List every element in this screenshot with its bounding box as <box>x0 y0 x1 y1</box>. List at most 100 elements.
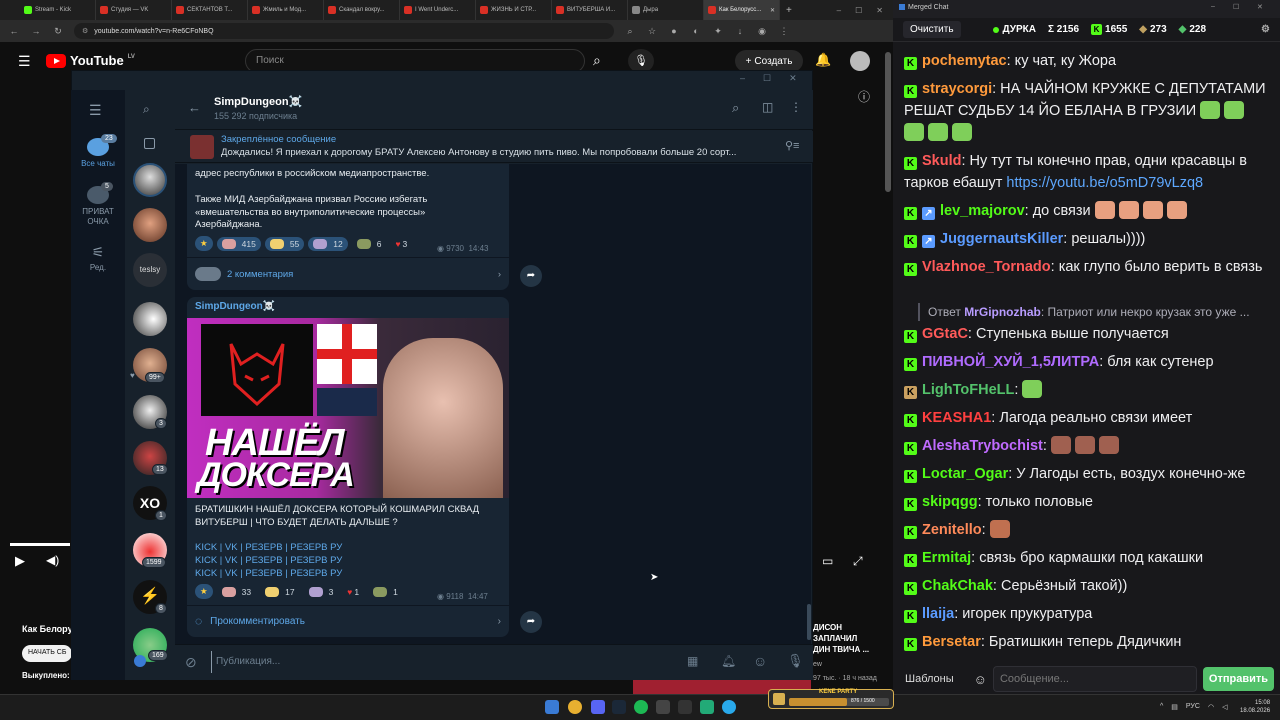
comments-button[interactable]: 2 комментария › <box>195 265 501 283</box>
info-icon[interactable]: ⓘ <box>858 88 870 105</box>
menu-icon[interactable]: ⋮ <box>778 26 790 37</box>
back-icon[interactable]: ← <box>8 26 20 36</box>
browser-tab-active[interactable]: Как Белорусс... ✕ <box>704 0 780 20</box>
chat-avatar[interactable] <box>133 163 167 197</box>
chat-link[interactable]: https://youtu.be/o5mD79vLzq8 <box>1006 175 1203 191</box>
close-window-icon[interactable]: ✕ <box>876 6 883 15</box>
windows-start-icon[interactable] <box>545 700 559 714</box>
volume-icon[interactable]: ◀) <box>46 553 59 567</box>
download-icon[interactable]: ↓ <box>734 26 746 36</box>
browser-tab[interactable]: Дыра <box>628 0 704 20</box>
reaction[interactable]: ♥ 1 <box>342 585 364 599</box>
chat-username[interactable]: AleshaTrybochist <box>922 438 1043 454</box>
fullscreen-icon[interactable]: ⤢ <box>853 554 863 569</box>
emoji-icon[interactable]: ☺ <box>974 672 987 687</box>
url-field[interactable]: ⚙ youtube.com/watch?v=n-Re6CFoNBQ <box>74 23 614 39</box>
browser-tab[interactable]: ЖИЗНЬ И СТР... <box>476 0 552 20</box>
forward-icon[interactable]: ➦ <box>520 611 542 633</box>
chat-username[interactable]: MrGipnozhab <box>964 305 1041 319</box>
close-icon[interactable]: ✕ <box>789 73 797 84</box>
reaction[interactable]: 6 <box>352 237 387 251</box>
clear-button[interactable]: Очистить <box>903 21 961 38</box>
menu-icon[interactable]: ☰ <box>89 102 102 119</box>
wifi-icon[interactable]: ◠ <box>1208 703 1214 711</box>
side-video-title[interactable]: ДИСОН ЗАПЛАЧИЛ ДИН ТВИЧА ... <box>813 622 869 655</box>
browser-tab[interactable]: ВИТУБЕРША И... <box>552 0 628 20</box>
youtube-logo[interactable]: YouTube LV <box>46 53 135 68</box>
pinned-message-bar[interactable]: Закреплённое сообщение Дождались! Я прие… <box>175 131 813 163</box>
video-progress-bar[interactable] <box>10 543 70 546</box>
emoji-icon[interactable]: ☺ <box>753 653 767 669</box>
app-icon[interactable] <box>700 700 714 714</box>
reaction-star[interactable]: ★ <box>195 236 213 251</box>
folder-all-chats[interactable]: Все чаты 23 <box>71 134 125 168</box>
chat-username[interactable]: pochemytac <box>922 53 1007 69</box>
scrollbar[interactable] <box>885 52 891 192</box>
clock[interactable]: 15:08 18.08.2026 <box>1240 699 1270 715</box>
link-row[interactable]: KICK | VK | РЕЗЕРВ | РЕЗЕРВ РУ <box>195 541 342 554</box>
profile-icon[interactable]: ◉ <box>756 26 768 37</box>
zoom-icon[interactable]: ⌕ <box>624 26 636 37</box>
chat-avatar[interactable] <box>133 208 167 242</box>
chat-username[interactable]: Bersetar <box>922 634 981 650</box>
send-button[interactable]: Отправить <box>1202 667 1274 691</box>
browser-tab[interactable]: Скандал вокру... <box>324 0 400 20</box>
miniplayer-icon[interactable]: ▭ <box>822 554 833 568</box>
chat-username[interactable]: Vlazhnoe_Tornado <box>922 259 1051 275</box>
minimize-icon[interactable]: – <box>837 6 841 15</box>
scrollbar[interactable] <box>807 604 811 640</box>
sidebar-toggle-icon[interactable]: ◫ <box>762 100 773 114</box>
chat-username[interactable]: JuggernautsKiller <box>940 231 1063 247</box>
pin-list-icon[interactable]: ⚲≡ <box>785 139 799 152</box>
browser-tab[interactable]: СЕКТАНТОВ Т... <box>172 0 248 20</box>
chat-username[interactable]: Loctar_Ogar <box>922 466 1008 482</box>
reaction[interactable]: 33 <box>217 585 256 599</box>
avatar[interactable] <box>850 51 870 71</box>
chat-avatar[interactable] <box>133 302 167 336</box>
chat-username[interactable]: Skuld <box>922 153 961 169</box>
chrome-icon[interactable] <box>568 700 582 714</box>
reload-icon[interactable]: ↻ <box>52 26 64 37</box>
discord-icon[interactable] <box>591 700 605 714</box>
reaction[interactable]: 12 <box>308 236 348 251</box>
reaction-star[interactable]: ★ <box>195 584 213 599</box>
browser-tab[interactable]: Жмиль и Мод... <box>248 0 324 20</box>
maximize-icon[interactable]: ☐ <box>1233 3 1239 11</box>
more-icon[interactable]: ⋮ <box>790 100 802 114</box>
minimize-icon[interactable]: – <box>1211 3 1215 10</box>
new-tab-button[interactable]: + <box>786 5 792 16</box>
folder-edit[interactable]: ⚟ Ред. <box>71 244 125 272</box>
forward-icon[interactable]: → <box>30 26 42 36</box>
app-icon[interactable] <box>678 700 692 714</box>
chat-username[interactable]: ПИВНОЙ_ХУЙ_1,5ЛИТРА <box>922 354 1099 370</box>
extensions-icon[interactable]: ✦ <box>712 26 724 37</box>
attach-icon[interactable]: ⊘ <box>185 654 197 671</box>
chat-message-input[interactable]: Сообщение... <box>992 666 1197 692</box>
volume-icon[interactable]: ◁ <box>1222 703 1227 711</box>
create-button[interactable]: + Создать <box>735 50 803 72</box>
maximize-icon[interactable]: ☐ <box>855 6 862 15</box>
network-icon[interactable]: ▤ <box>1171 703 1178 711</box>
reaction[interactable]: 415 <box>216 236 261 251</box>
back-arrow-icon[interactable]: ← <box>188 100 201 115</box>
chat-username[interactable]: ChakChak <box>922 578 993 594</box>
browser-tab[interactable]: I Went Underc... <box>400 0 476 20</box>
maximize-icon[interactable]: ☐ <box>763 73 771 84</box>
start-button[interactable]: НАЧАТЬ СБ <box>22 645 72 662</box>
archive-icon[interactable] <box>144 138 155 149</box>
channel-name[interactable]: SimpDungeon☠️ <box>214 95 302 108</box>
close-icon[interactable]: ✕ <box>770 7 775 14</box>
schedule-icon[interactable]: ▦ <box>687 654 698 668</box>
chat-avatar[interactable]: teslsy <box>133 253 167 287</box>
chat-username[interactable]: LighToFHeLL <box>922 382 1014 398</box>
reaction[interactable]: ♥ 3 <box>390 237 412 251</box>
chat-username[interactable]: lev_majorov <box>940 203 1025 219</box>
reaction[interactable]: 55 <box>264 236 305 251</box>
play-icon[interactable]: ▶ <box>15 553 25 569</box>
hamburger-icon[interactable]: ☰ <box>18 53 31 70</box>
settings-icon[interactable]: ⚙ <box>1261 24 1270 35</box>
forward-icon[interactable]: ➦ <box>520 265 542 287</box>
chat-username[interactable]: llaija <box>922 606 954 622</box>
microphone-icon[interactable]: 🎙︎ <box>787 653 804 669</box>
minimize-icon[interactable]: – <box>740 73 745 84</box>
